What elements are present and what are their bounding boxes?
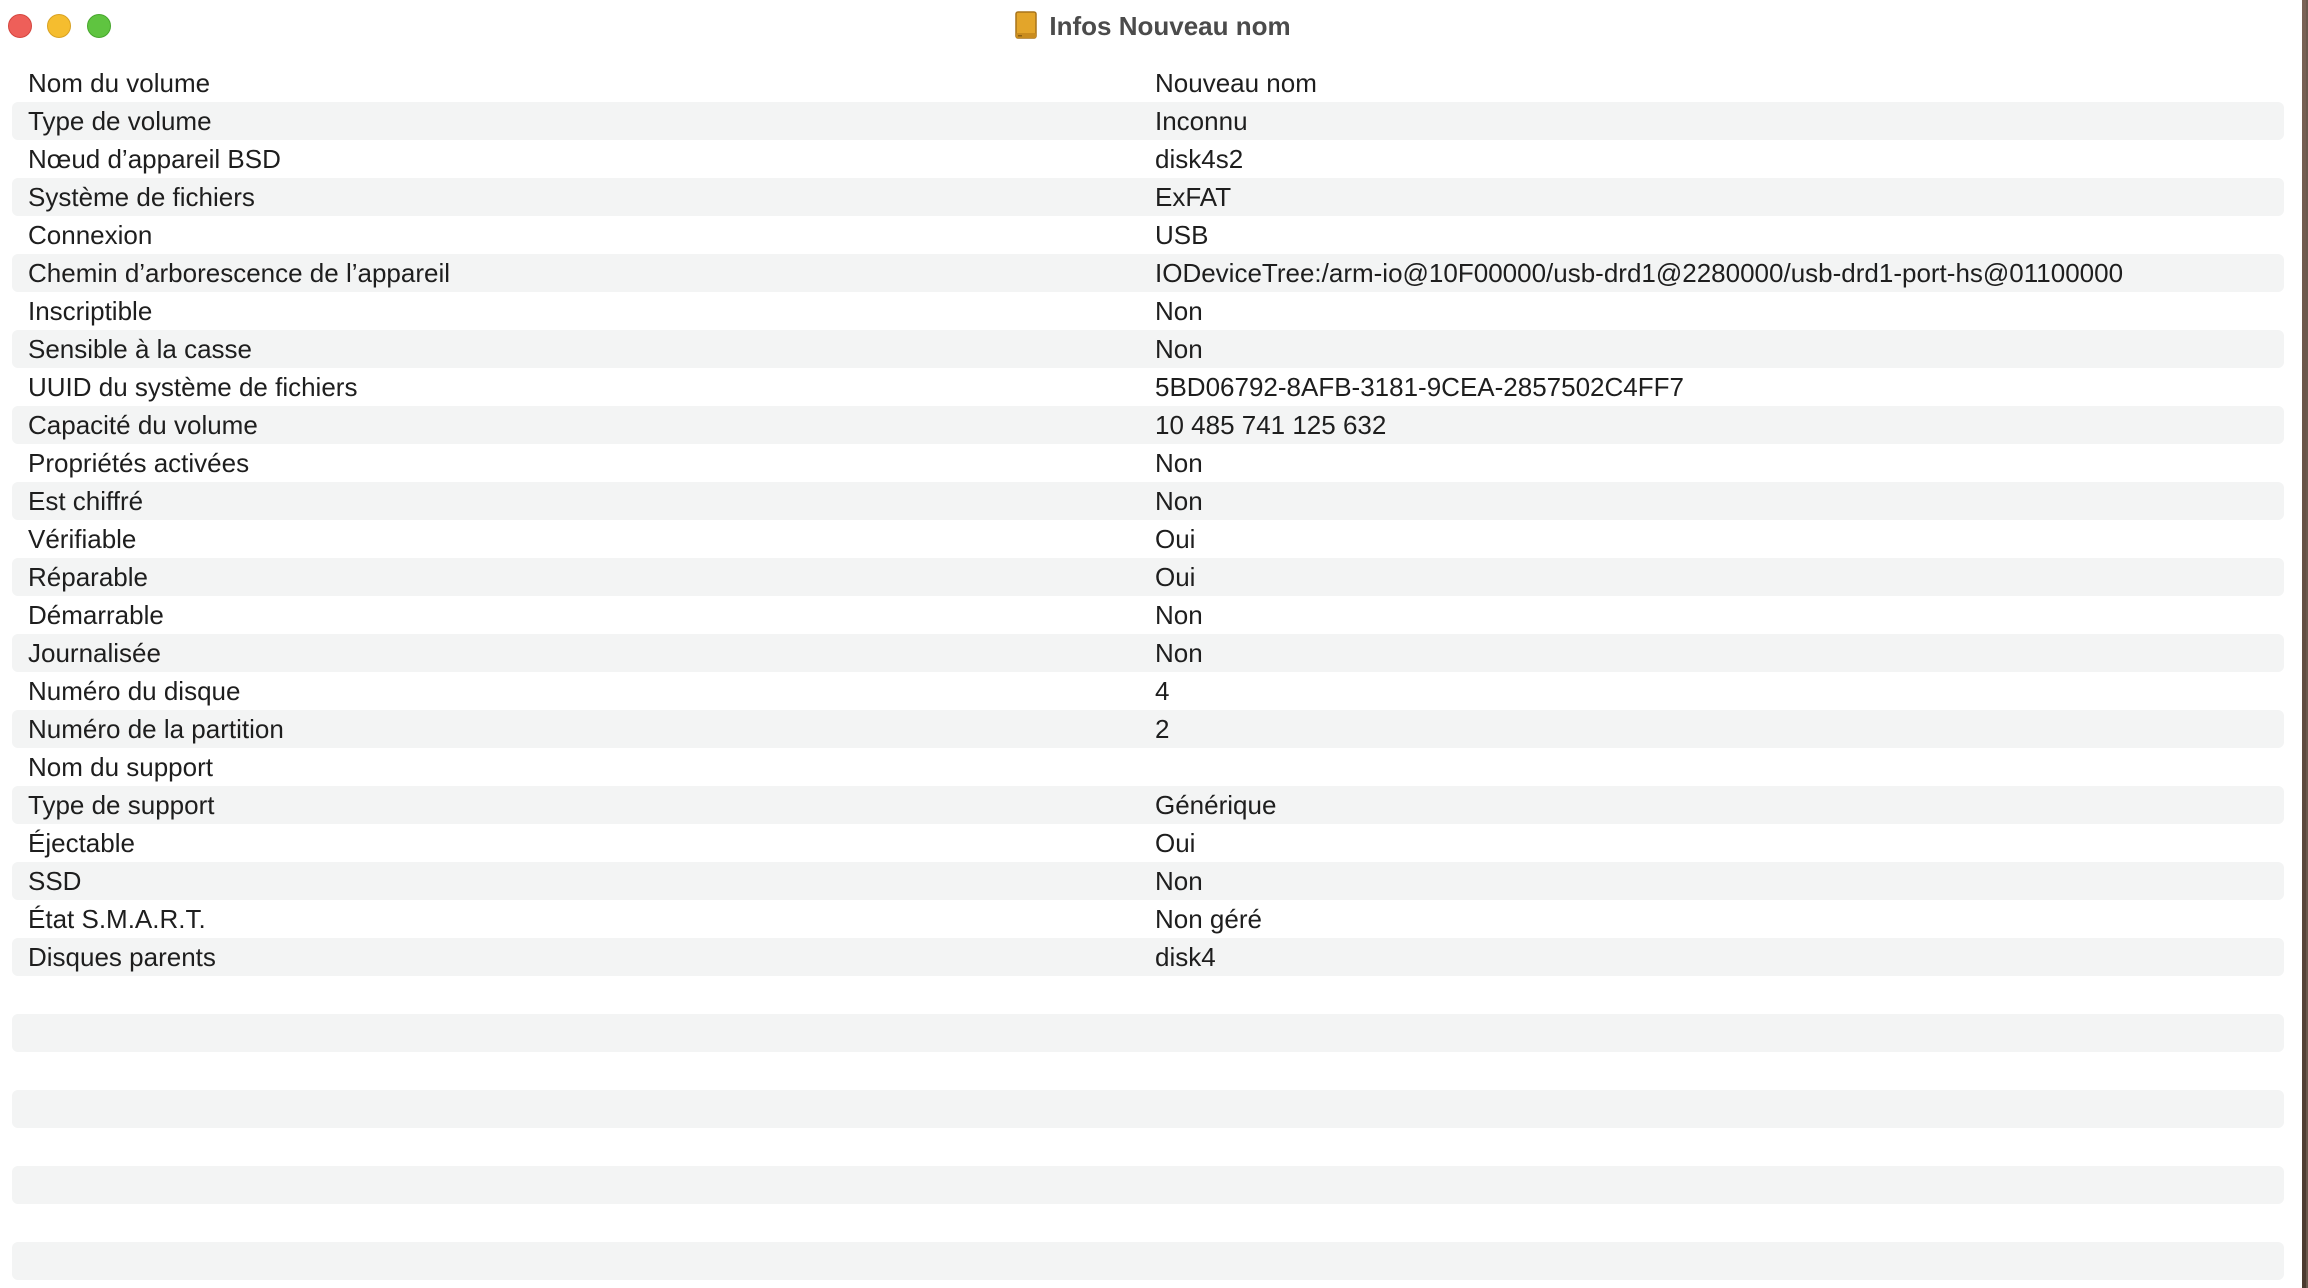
empty-table-row[interactable] [12,1204,2284,1242]
row-label: Sensible à la casse [28,333,253,364]
row-value: 5BD06792-8AFB-3181-9CEA-2857502C4FF7 [1155,371,1684,402]
empty-table-row[interactable] [12,1052,2284,1090]
table-row[interactable]: Numéro du disque 4 [12,672,2284,710]
row-label: Nœud d’appareil BSD [28,143,281,174]
empty-table-row[interactable] [12,1242,2284,1280]
row-value: Non [1155,333,1203,364]
row-label: Numéro de la partition [28,713,284,744]
table-row[interactable]: Type de volume Inconnu [12,102,2284,140]
window-title-group: Infos Nouveau nom [0,0,2304,52]
row-value: Nouveau nom [1155,67,1317,98]
table-row[interactable]: Inscriptible Non [12,292,2284,330]
row-label: Propriétés activées [28,447,250,478]
empty-table-row[interactable] [12,1014,2284,1052]
row-label: Capacité du volume [28,409,258,440]
table-row[interactable]: Chemin d’arborescence de l’appareil IODev… [12,254,2284,292]
title-bar[interactable]: Infos Nouveau nom [0,0,2304,52]
table-row[interactable]: Système de fichiers ExFAT [12,178,2284,216]
table-row[interactable]: Est chiffré Non [12,482,2284,520]
row-label: Numéro du disque [28,675,241,706]
row-value: disk4s2 [1155,143,1244,174]
table-row[interactable]: Éjectable Oui [12,824,2284,862]
info-table: Nom du volume Nouveau nom Type de volume In… [12,64,2284,1280]
row-value: Non [1155,637,1203,668]
table-row[interactable]: Nom du volume Nouveau nom [12,64,2284,102]
row-label: Nom du volume [28,67,211,98]
row-label: Réparable [28,561,148,592]
table-row[interactable]: Disques parents disk4 [12,938,2284,976]
table-row[interactable]: Nom du support [12,748,2284,786]
row-label: Vérifiable [28,523,137,554]
table-row[interactable]: Journalisée Non [12,634,2284,672]
info-window: Infos Nouveau nom Nom du volume Nouveau n… [0,0,2306,1288]
row-value: Oui [1155,827,1196,858]
table-row[interactable]: État S.M.A.R.T. Non géré [12,900,2284,938]
table-row[interactable]: Capacité du volume 10 485 741 125 632 [12,406,2284,444]
external-drive-icon [1015,11,1038,39]
row-value: 2 [1155,713,1170,744]
row-value: Non [1155,599,1203,630]
desktop-edge [2302,0,2306,1288]
empty-table-row[interactable] [12,976,2284,1014]
table-row[interactable]: Sensible à la casse Non [12,330,2284,368]
table-row[interactable]: Numéro de la partition 2 [12,710,2284,748]
empty-table-row[interactable] [12,1166,2284,1204]
row-label: Type de support [28,789,215,820]
table-row[interactable]: Connexion USB [12,216,2284,254]
row-label: UUID du système de fichiers [28,371,358,402]
row-value: IODeviceTree:/arm-io@10F00000/usb-drd1@2… [1155,257,2124,288]
table-row[interactable]: Vérifiable Oui [12,520,2284,558]
row-value: Inconnu [1155,105,1248,136]
row-value: USB [1155,219,1209,250]
row-value: Générique [1155,789,1277,820]
row-value: Non [1155,447,1203,478]
row-value: 4 [1155,675,1170,706]
row-label: Type de volume [28,105,212,136]
row-label: Éjectable [28,827,135,858]
row-label: État S.M.A.R.T. [28,903,206,934]
row-label: Est chiffré [28,485,144,516]
row-value: Oui [1155,561,1196,592]
table-row[interactable]: Nœud d’appareil BSD disk4s2 [12,140,2284,178]
row-value: Non géré [1155,903,1262,934]
row-value: Oui [1155,523,1196,554]
row-value: Non [1155,485,1203,516]
table-row[interactable]: SSD Non [12,862,2284,900]
table-row[interactable]: Propriétés activées Non [12,444,2284,482]
row-label: Système de fichiers [28,181,255,212]
row-label: Journalisée [28,637,161,668]
table-row[interactable]: Type de support Générique [12,786,2284,824]
empty-table-row[interactable] [12,1128,2284,1166]
table-row[interactable]: UUID du système de fichiers 5BD06792-8AFB… [12,368,2284,406]
row-label: Disques parents [28,941,216,972]
empty-table-row[interactable] [12,1090,2284,1128]
row-label: Démarrable [28,599,164,630]
window-title: Infos Nouveau nom [1049,10,1291,41]
row-value: disk4 [1155,941,1216,972]
row-label: Chemin d’arborescence de l’appareil [28,257,451,288]
row-value: ExFAT [1155,181,1232,212]
row-value: Non [1155,295,1203,326]
row-label: Connexion [28,219,153,250]
table-row[interactable]: Réparable Oui [12,558,2284,596]
table-row[interactable]: Démarrable Non [12,596,2284,634]
row-label: SSD [28,865,82,896]
row-label: Inscriptible [28,295,153,326]
row-value: 10 485 741 125 632 [1155,409,1387,440]
row-value: Non [1155,865,1203,896]
row-label: Nom du support [28,751,213,782]
